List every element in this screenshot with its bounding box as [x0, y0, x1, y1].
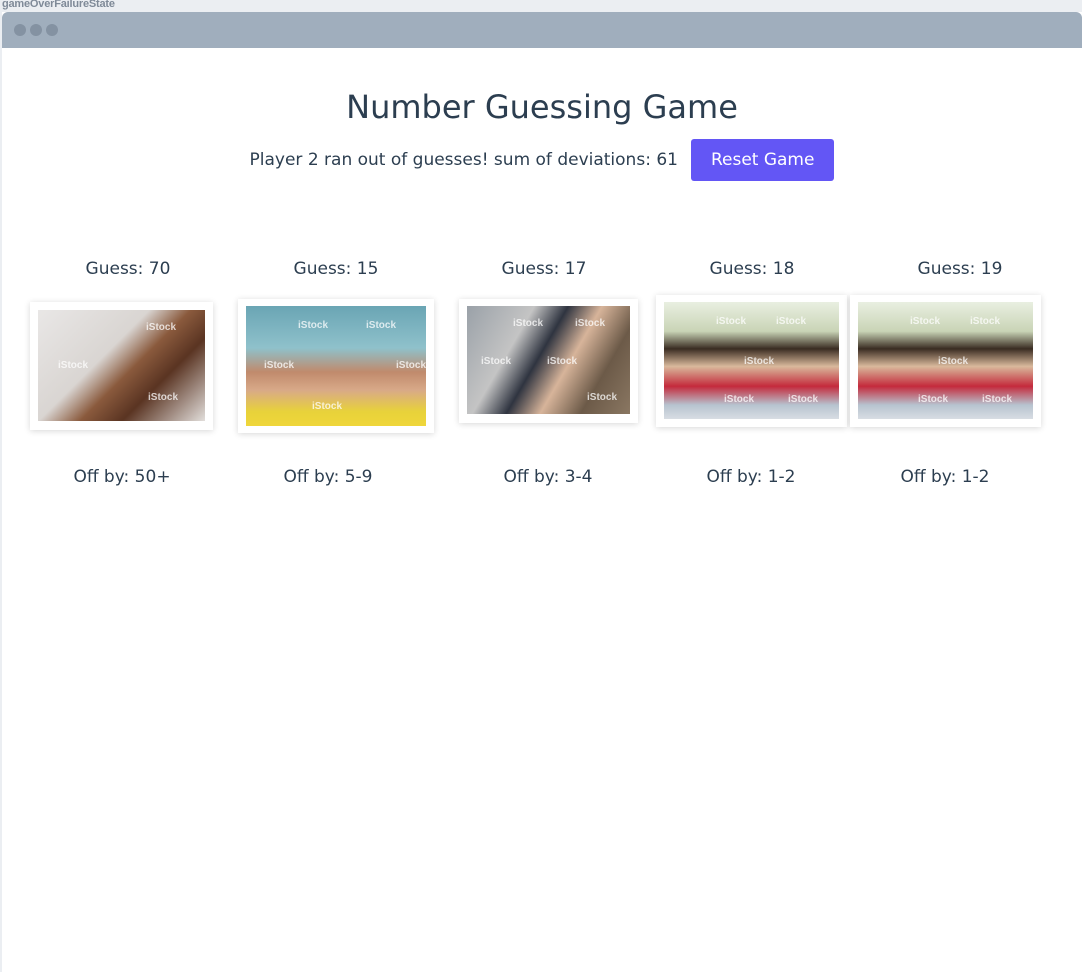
off-by-label: Off by: 1-2 [706, 467, 796, 487]
guess-label: Guess: 19 [917, 259, 1003, 279]
watermark-text: iStock [970, 316, 1001, 327]
feedback-image-card: iStock iStock iStock iStock iStock [238, 299, 434, 433]
story-name-label: gameOverFailureState [2, 0, 115, 10]
watermark-text: iStock [716, 316, 747, 327]
game-status-text: Player 2 ran out of guesses! sum of devi… [249, 150, 678, 170]
watermark-text: iStock [298, 320, 329, 331]
window-control-dot [46, 24, 58, 36]
off-by-label: Off by: 1-2 [900, 467, 990, 487]
watermark-text: iStock [724, 394, 755, 405]
window-titlebar [2, 12, 1082, 48]
parent-holding-baby-photo: iStock iStock iStock iStock iStock [467, 306, 630, 414]
watermark-text: iStock [264, 360, 295, 371]
watermark-text: iStock [788, 394, 819, 405]
watermark-text: iStock [148, 392, 179, 403]
watermark-text: iStock [918, 394, 949, 405]
girl-covering-face-photo: iStock iStock iStock iStock iStock [858, 302, 1033, 419]
window-control-dot [14, 24, 26, 36]
watermark-text: iStock [938, 356, 969, 367]
feedback-image-card: iStock iStock iStock iStock iStock [850, 295, 1041, 427]
watermark-text: iStock [744, 356, 775, 367]
feedback-image-card: iStock iStock iStock iStock iStock [459, 299, 638, 423]
reset-game-button[interactable]: Reset Game [690, 139, 835, 181]
page-title: Number Guessing Game [346, 88, 738, 126]
crying-toddler-photo: iStock iStock iStock iStock iStock [246, 306, 426, 426]
browser-window: Number Guessing Game Player 2 ran out of… [2, 12, 1082, 972]
watermark-text: iStock [366, 320, 397, 331]
watermark-text: iStock [312, 401, 343, 412]
watermark-text: iStock [575, 318, 606, 329]
crying-baby-photo: iStock iStock iStock [38, 310, 205, 421]
watermark-text: iStock [910, 316, 941, 327]
watermark-text: iStock [481, 356, 512, 367]
off-by-label: Off by: 3-4 [503, 467, 593, 487]
watermark-text: iStock [513, 318, 544, 329]
watermark-text: iStock [547, 356, 578, 367]
guess-label: Guess: 70 [85, 259, 171, 279]
girl-covering-face-photo: iStock iStock iStock iStock iStock [664, 302, 839, 419]
watermark-text: iStock [58, 360, 89, 371]
off-by-label: Off by: 50+ [73, 467, 171, 487]
off-by-label: Off by: 5-9 [283, 467, 373, 487]
status-row: Player 2 ran out of guesses! sum of devi… [2, 139, 1082, 181]
feedback-image-card: iStock iStock iStock [30, 302, 213, 430]
watermark-text: iStock [776, 316, 807, 327]
watermark-text: iStock [146, 322, 177, 333]
guess-label: Guess: 17 [501, 259, 587, 279]
watermark-text: iStock [982, 394, 1013, 405]
guess-label: Guess: 18 [709, 259, 795, 279]
watermark-text: iStock [587, 392, 618, 403]
guess-label: Guess: 15 [293, 259, 379, 279]
feedback-image-card: iStock iStock iStock iStock iStock [656, 295, 847, 427]
window-control-dot [30, 24, 42, 36]
watermark-text: iStock [396, 360, 426, 371]
